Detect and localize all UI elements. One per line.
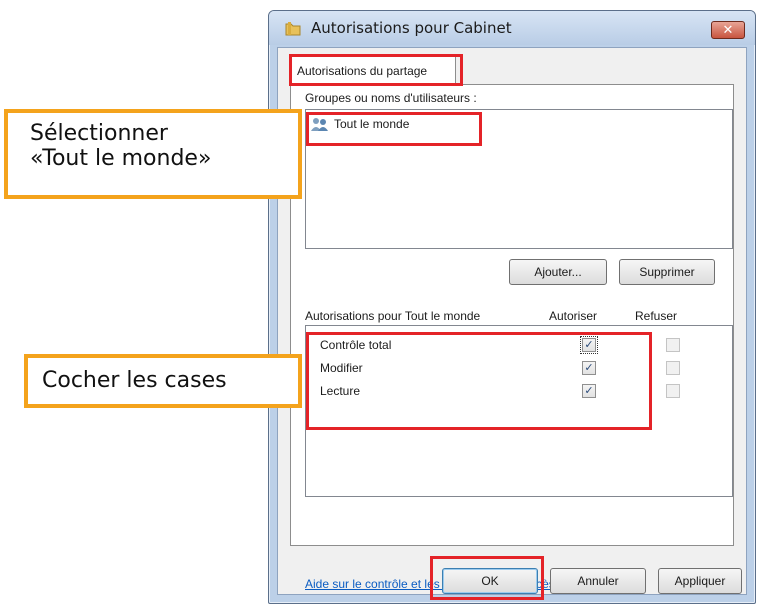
highlight-everyone (306, 112, 482, 146)
callout-select-everyone: Sélectionner «Tout le monde» (4, 109, 302, 199)
close-button[interactable]: ✕ (711, 21, 745, 39)
deny-checkbox-read[interactable] (666, 384, 680, 398)
highlight-permissions (306, 332, 652, 430)
highlight-ok (430, 556, 544, 600)
permissions-dialog: Autorisations pour Cabinet ✕ Autorisatio… (268, 10, 756, 604)
title-bar[interactable]: Autorisations pour Cabinet ✕ (269, 11, 755, 45)
folder-icon (285, 22, 301, 36)
tab-panel: Groupes ou noms d'utilisateurs : Tout le… (290, 84, 734, 591)
callout-check-boxes: Cocher les cases (24, 354, 302, 408)
add-button[interactable]: Ajouter... (509, 259, 607, 285)
callout-text: Cocher les cases (42, 368, 227, 393)
cancel-button[interactable]: Annuler (550, 568, 646, 594)
remove-button[interactable]: Supprimer (619, 259, 715, 285)
deny-checkbox-modify[interactable] (666, 361, 680, 375)
permissions-label: Autorisations pour Tout le monde (305, 309, 481, 323)
callout-line-1: Sélectionner (30, 121, 168, 146)
groups-label: Groupes ou noms d'utilisateurs : (305, 91, 477, 105)
highlight-tab (289, 54, 463, 86)
close-icon: ✕ (722, 22, 734, 38)
deny-checkbox-full-control[interactable] (666, 338, 680, 352)
callout-line-2: «Tout le monde» (30, 146, 212, 171)
apply-button[interactable]: Appliquer (658, 568, 742, 594)
deny-column-header: Refuser (635, 309, 678, 323)
window-title: Autorisations pour Cabinet (311, 19, 512, 37)
allow-column-header: Autoriser (549, 309, 598, 323)
